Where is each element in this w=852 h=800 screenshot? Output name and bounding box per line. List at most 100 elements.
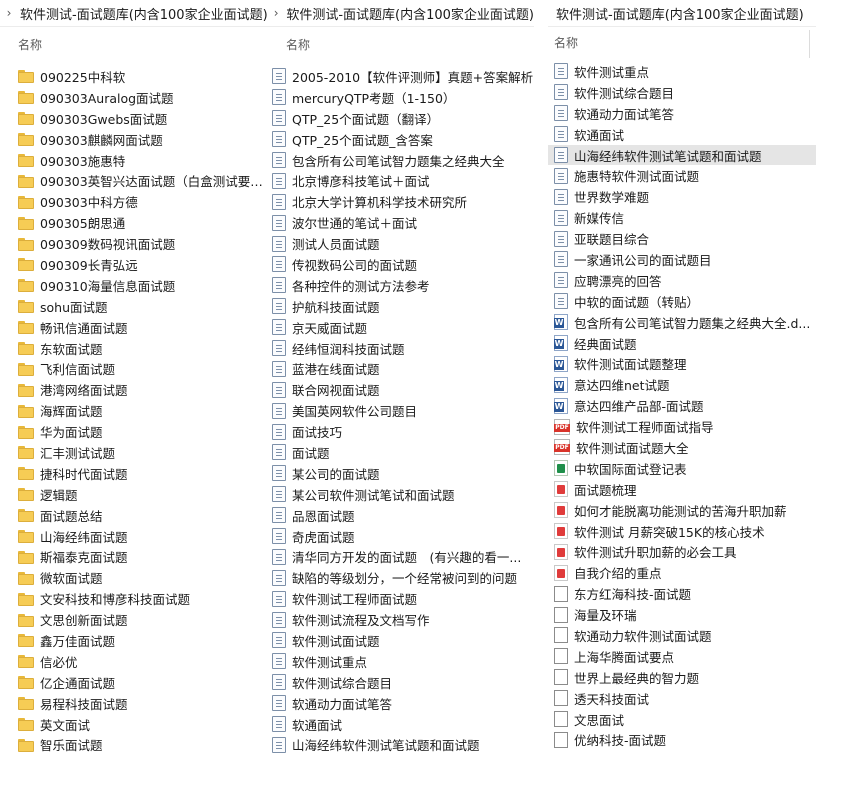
folder-row[interactable]: 山海经纬面试题 (0, 526, 268, 547)
folder-row[interactable]: 090309数码视讯面试题 (0, 233, 268, 254)
file-row[interactable]: 各种控件的测试方法参考 (268, 275, 534, 296)
file-row[interactable]: 软件测试面试题大全 (548, 437, 816, 458)
folder-row[interactable]: 090303英智兴达面试题（白盒测试要求... (0, 170, 268, 191)
folder-row[interactable]: 090303施惠特 (0, 150, 268, 171)
file-row[interactable]: 软件测试面试题整理 (548, 353, 816, 374)
file-row[interactable]: 世界数学难题 (548, 186, 816, 207)
file-row[interactable]: 波尔世通的笔试＋面试 (268, 212, 534, 233)
file-row[interactable]: 软通面试 (548, 124, 816, 145)
file-row[interactable]: 软件测试重点 (548, 61, 816, 82)
file-row[interactable]: 品恩面试题 (268, 505, 534, 526)
file-row[interactable]: 奇虎面试题 (268, 526, 534, 547)
folder-row[interactable]: 易程科技面试题 (0, 693, 268, 714)
file-row[interactable]: 亚联题目综合 (548, 228, 816, 249)
folder-row[interactable]: 微软面试题 (0, 567, 268, 588)
file-row[interactable]: 软件测试升职加薪的必会工具 (548, 541, 816, 562)
file-row[interactable]: 经典面试题 (548, 333, 816, 354)
file-row[interactable]: 面试题 (268, 442, 534, 463)
chevron-right-icon[interactable]: › (270, 6, 282, 20)
file-row[interactable]: 北京大学计算机科学技术研究所 (268, 191, 534, 212)
file-row[interactable]: 新媒传信 (548, 207, 816, 228)
column-header-name[interactable]: 名称 (0, 34, 268, 54)
folder-row[interactable]: 信必优 (0, 651, 268, 672)
file-row[interactable]: 软通动力面试笔答 (548, 103, 816, 124)
folder-row[interactable]: 汇丰测试试题 (0, 442, 268, 463)
file-row[interactable]: 东方红海科技-面试题 (548, 583, 816, 604)
file-row[interactable]: 包含所有公司笔试智力题集之经典大全.d... (548, 312, 816, 333)
folder-row[interactable]: 海辉面试题 (0, 400, 268, 421)
folder-row[interactable]: 090310海量信息面试题 (0, 275, 268, 296)
file-row[interactable]: 中软的面试题（转贴） (548, 291, 816, 312)
file-row[interactable]: QTP_25个面试题_含答案 (268, 129, 534, 150)
folder-tree-header[interactable]: › 软件测试-面试题库(内含100家企业面试题) (0, 0, 268, 27)
file-row[interactable]: 某公司的面试题 (268, 463, 534, 484)
file-row[interactable]: 美国英网软件公司题目 (268, 400, 534, 421)
file-row[interactable]: 海量及环瑞 (548, 604, 816, 625)
folder-row[interactable]: 面试题总结 (0, 505, 268, 526)
file-row[interactable]: 蓝港在线面试题 (268, 358, 534, 379)
folder-row[interactable]: 文安科技和博彦科技面试题 (0, 588, 268, 609)
folder-row[interactable]: 英文面试 (0, 714, 268, 735)
folder-row[interactable]: 捷科时代面试题 (0, 463, 268, 484)
file-row[interactable]: 软件测试综合题目 (548, 82, 816, 103)
file-row[interactable]: 山海经纬软件测试笔试题和面试题 (548, 144, 816, 166)
file-row[interactable]: 面试技巧 (268, 421, 534, 442)
file-row[interactable]: 施惠特软件测试面试题 (548, 165, 816, 186)
file-row[interactable]: 清华同方开发的面试题 (有兴趣的看一... (268, 546, 534, 567)
column-header-name[interactable]: 名称 (268, 34, 534, 54)
file-row[interactable]: 山海经纬软件测试笔试题和面试题 (268, 735, 534, 756)
folder-row[interactable]: 斯福泰克面试题 (0, 546, 268, 567)
folder-row[interactable]: 鑫万佳面试题 (0, 630, 268, 651)
file-row[interactable]: 软通面试 (268, 714, 534, 735)
column-header-name[interactable]: 名称 (548, 32, 816, 52)
file-row[interactable]: 上海华腾面试要点 (548, 646, 816, 667)
file-row[interactable]: 应聘漂亮的回答 (548, 270, 816, 291)
folder-row[interactable]: 090303中科方德 (0, 191, 268, 212)
folder-row[interactable]: 090309长青弘远 (0, 254, 268, 275)
file-row[interactable]: 经纬恒润科技面试题 (268, 338, 534, 359)
file-row[interactable]: 一家通讯公司的面试题目 (548, 249, 816, 270)
file-row[interactable]: 传视数码公司的面试题 (268, 254, 534, 275)
file-row[interactable]: 如何才能脱离功能测试的苦海升职加薪 (548, 500, 816, 521)
file-row[interactable]: 软件测试面试题 (268, 630, 534, 651)
file-row[interactable]: 缺陷的等级划分，一个经常被问到的问题 (268, 567, 534, 588)
folder-row[interactable]: 飞利信面试题 (0, 358, 268, 379)
folder-row[interactable]: 智乐面试题 (0, 735, 268, 756)
folder-row[interactable]: 港湾网络面试题 (0, 379, 268, 400)
file-row[interactable]: mercuryQTP考题（1-150） (268, 87, 534, 108)
folder-row[interactable]: 亿企通面试题 (0, 672, 268, 693)
file-row[interactable]: 意达四维产品部-面试题 (548, 395, 816, 416)
folder-row[interactable]: 文思创新面试题 (0, 609, 268, 630)
file-row[interactable]: 测试人员面试题 (268, 233, 534, 254)
file-row[interactable]: 软通动力软件测试面试题 (548, 625, 816, 646)
file-row[interactable]: 软件测试工程师面试指导 (548, 416, 816, 437)
folder-tree-header[interactable]: 软件测试-面试题库(内含100家企业面试题) (548, 0, 816, 27)
file-row[interactable]: 包含所有公司笔试智力题集之经典大全 (268, 150, 534, 171)
file-row[interactable]: 透天科技面试 (548, 688, 816, 709)
file-row[interactable]: 优纳科技-面试题 (548, 730, 816, 751)
file-row[interactable]: 京天威面试题 (268, 317, 534, 338)
file-row[interactable]: 世界上最经典的智力题 (548, 667, 816, 688)
file-row[interactable]: 北京博彦科技笔试＋面试 (268, 170, 534, 191)
file-row[interactable]: 某公司软件测试笔试和面试题 (268, 484, 534, 505)
file-row[interactable]: 面试题梳理 (548, 479, 816, 500)
folder-row[interactable]: 逻辑题 (0, 484, 268, 505)
file-row[interactable]: 软件测试 月薪突破15K的核心技术 (548, 521, 816, 542)
folder-row[interactable]: 090303麒麟网面试题 (0, 129, 268, 150)
file-row[interactable]: 软件测试流程及文档写作 (268, 609, 534, 630)
file-row[interactable]: 软件测试工程师面试题 (268, 588, 534, 609)
file-row[interactable]: 文思面试 (548, 709, 816, 730)
file-row[interactable]: 2005-2010【软件评测师】真题+答案解析 (268, 66, 534, 87)
folder-row[interactable]: sohu面试题 (0, 296, 268, 317)
file-row[interactable]: QTP_25个面试题（翻译） (268, 108, 534, 129)
file-row[interactable]: 软件测试重点 (268, 651, 534, 672)
column-divider[interactable] (809, 30, 810, 58)
folder-row[interactable]: 华为面试题 (0, 421, 268, 442)
folder-row[interactable]: 090303Gwebs面试题 (0, 108, 268, 129)
folder-row[interactable]: 090305朗思通 (0, 212, 268, 233)
folder-row[interactable]: 090303Auralog面试题 (0, 87, 268, 108)
file-row[interactable]: 中软国际面试登记表 (548, 458, 816, 479)
file-row[interactable]: 护航科技面试题 (268, 296, 534, 317)
folder-row[interactable]: 畅讯信通面试题 (0, 317, 268, 338)
file-row[interactable]: 软通动力面试笔答 (268, 693, 534, 714)
